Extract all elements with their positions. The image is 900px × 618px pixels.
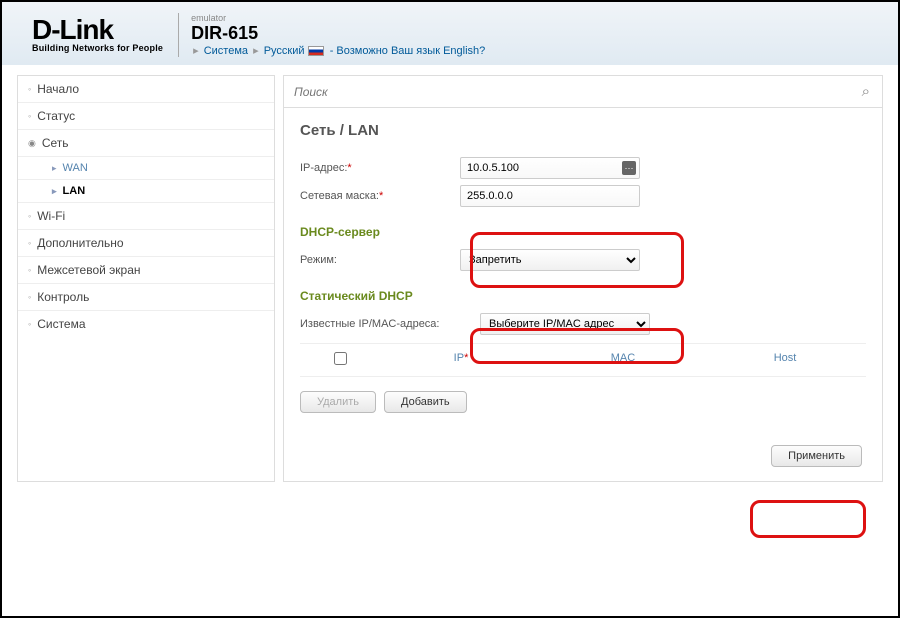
page-title: Сеть / LAN [300,122,866,139]
arrow-right-icon: ▸ [52,163,57,174]
col-host: Host [704,352,866,368]
delete-button[interactable]: Удалить [300,391,376,413]
header-info: emulator DIR-615 ▸ Система ▸ Русский - В… [178,13,485,57]
sidebar-subitem-wan[interactable]: ▸WAN [18,157,274,180]
sidebar-subitem-lan[interactable]: ▸LAN [18,180,274,203]
highlight-apply-button [750,500,866,538]
search-icon[interactable]: ⌕ [862,83,870,100]
arrow-right-icon: ▸ [52,186,57,197]
ip-label: IP-адрес:* [300,162,460,174]
sidebar-item-advanced[interactable]: ◦Дополнительно [18,230,274,257]
mask-input[interactable] [460,185,640,207]
sidebar-item-control[interactable]: ◦Контроль [18,284,274,311]
logo-block: D-Link Building Networks for People [32,17,163,52]
bullet-icon: ◦ [28,111,31,121]
known-label: Известные IP/MAC-адреса: [300,318,480,330]
bullet-open-icon: ◉ [28,138,36,149]
header-links: ▸ Система ▸ Русский - Возможно Ваш язык … [191,44,485,57]
bullet-icon: ◦ [28,238,31,248]
mask-label: Сетевая маска:* [300,190,460,202]
add-button[interactable]: Добавить [384,391,467,413]
chevron-right-icon: ▸ [193,45,199,57]
apply-button[interactable]: Применить [771,445,862,467]
logo: D-Link [32,17,163,42]
col-ip: IP* [380,352,542,368]
logo-tagline: Building Networks for People [32,43,163,53]
sidebar-item-start[interactable]: ◦Начало [18,76,274,103]
select-all-checkbox[interactable] [334,352,347,365]
known-select[interactable]: Выберите IP/MAC адрес [480,313,650,335]
sidebar-item-wifi[interactable]: ◦Wi-Fi [18,203,274,230]
link-language[interactable]: Русский [264,45,305,57]
required-icon: * [347,162,351,174]
static-dhcp-heading: Статический DHCP [300,289,866,303]
mode-label: Режим: [300,254,460,266]
col-mac: MAC [542,352,704,368]
sidebar-item-status[interactable]: ◦Статус [18,103,274,130]
static-table-header: IP* MAC Host [300,343,866,377]
flag-ru-icon [308,46,324,56]
mode-select[interactable]: Запретить [460,249,640,271]
sidebar: ◦Начало ◦Статус ◉Сеть ▸WAN ▸LAN ◦Wi-Fi ◦… [17,75,275,482]
sidebar-item-network[interactable]: ◉Сеть [18,130,274,157]
model-name: DIR-615 [191,23,485,44]
search-bar: ⌕ [284,76,882,108]
link-system[interactable]: Система [204,45,248,57]
header: D-Link Building Networks for People emul… [2,2,898,65]
sidebar-item-firewall[interactable]: ◦Межсетевой экран [18,257,274,284]
bullet-icon: ◦ [28,84,31,94]
lang-prompt: - Возможно Ваш язык English? [330,45,486,57]
required-icon: * [379,190,383,202]
dhcp-heading: DHCP-сервер [300,225,866,239]
main-panel: ⌕ Сеть / LAN IP-адрес:* ⋯ Сетевая маска:… [283,75,883,482]
search-input[interactable] [294,85,872,99]
emulator-label: emulator [191,13,485,23]
sidebar-item-system[interactable]: ◦Система [18,311,274,337]
chevron-right-icon: ▸ [253,45,259,57]
bullet-icon: ◦ [28,292,31,302]
bullet-icon: ◦ [28,211,31,221]
ip-picker-icon[interactable]: ⋯ [622,161,636,175]
bullet-icon: ◦ [28,265,31,275]
bullet-icon: ◦ [28,319,31,329]
ip-input[interactable] [460,157,640,179]
